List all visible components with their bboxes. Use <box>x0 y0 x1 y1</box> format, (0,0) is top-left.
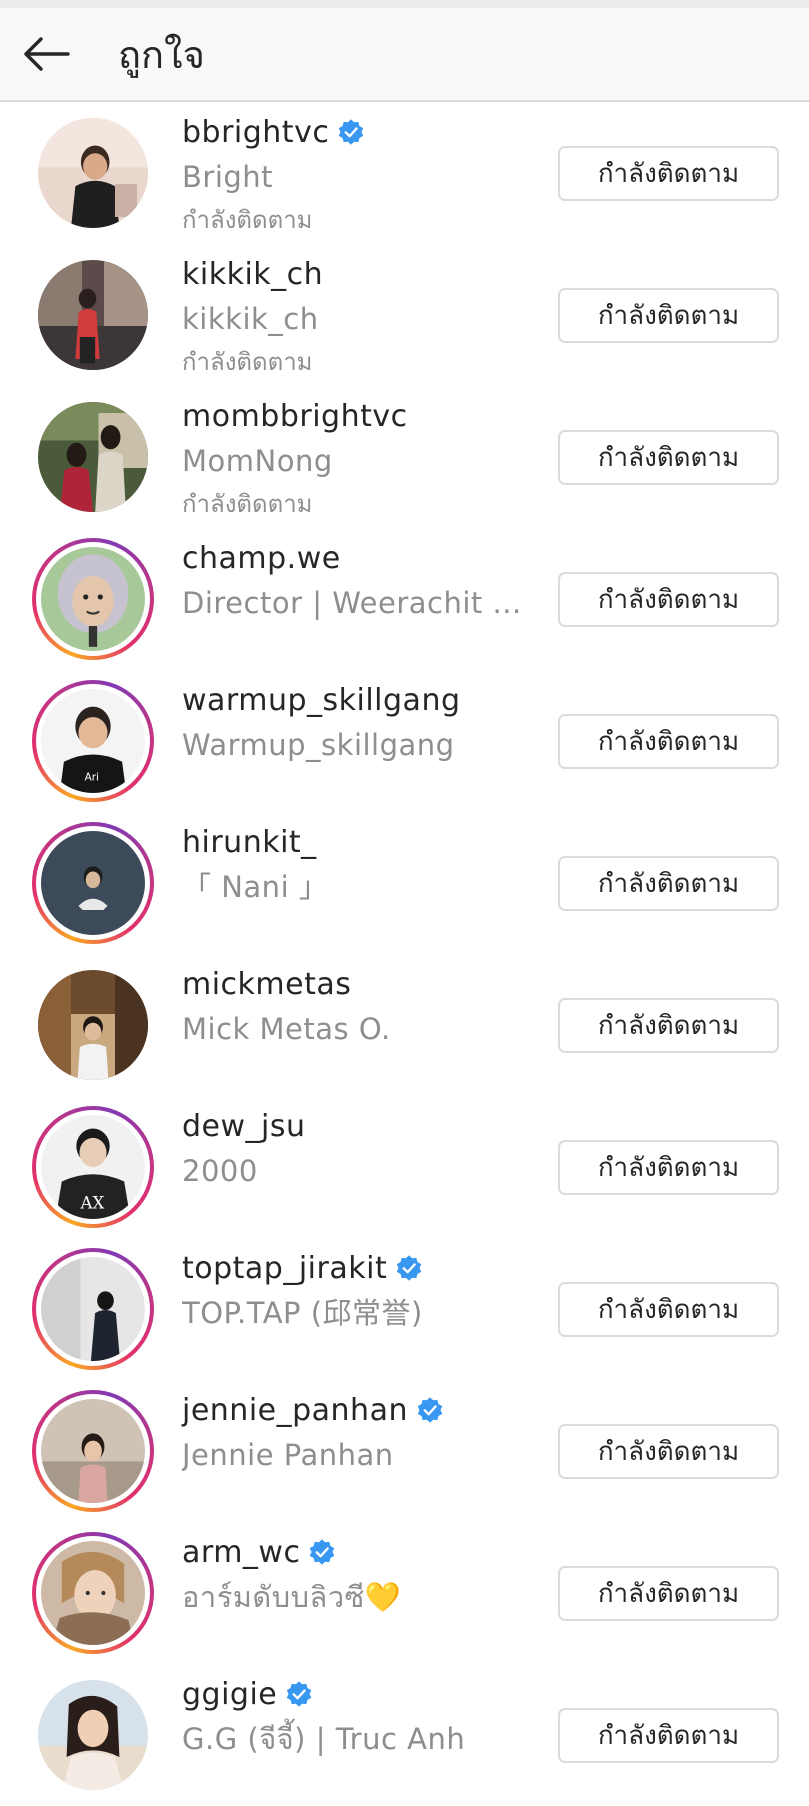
full-name: kikkik_ch <box>182 302 319 336</box>
list-item: ggigie G.G (จีจี้) | Truc Anh กำลังติดตา… <box>0 1664 809 1806</box>
username[interactable]: champ.we <box>182 541 341 576</box>
follow-status: กำลังติดตาม <box>182 206 313 234</box>
list-item: mickmetas Mick Metas O. กำลังติดตาม <box>0 954 809 1096</box>
username[interactable]: mickmetas <box>182 967 351 1002</box>
username[interactable]: toptap_jirakit <box>182 1251 387 1286</box>
avatar-story-ring[interactable] <box>32 538 154 660</box>
full-name: Warmup_skillgang <box>182 728 455 762</box>
following-button[interactable]: กำลังติดตาม <box>558 714 779 769</box>
avatar-story-ring[interactable] <box>32 1248 154 1370</box>
list-item: champ.we Director | Weerachit ... กำลังต… <box>0 528 809 670</box>
verified-badge-icon <box>339 119 364 145</box>
avatar[interactable] <box>32 112 154 234</box>
following-button[interactable]: กำลังติดตาม <box>558 1708 779 1763</box>
list-item: mombbrightvc MomNong กำลังติดตาม กำลังติ… <box>0 386 809 528</box>
username[interactable]: dew_jsu <box>182 1109 306 1144</box>
following-button[interactable]: กำลังติดตาม <box>558 572 779 627</box>
verified-badge-icon <box>396 1255 422 1281</box>
following-button[interactable]: กำลังติดตาม <box>558 1140 779 1195</box>
list-item: hirunkit_ 「 Nani 」 กำลังติดตาม <box>0 812 809 954</box>
list-item: toptap_jirakit TOP.TAP (邱常誉) กำลังติดตาม <box>0 1238 809 1380</box>
following-button[interactable]: กำลังติดตาม <box>558 1424 779 1479</box>
full-name: 2000 <box>182 1154 258 1188</box>
avatar[interactable] <box>32 1674 154 1796</box>
full-name: TOP.TAP (邱常誉) <box>182 1296 423 1330</box>
list-item: bbrightvc Bright กำลังติดตาม กำลังติดตาม <box>0 102 809 244</box>
status-bar-strip <box>0 0 809 8</box>
page-title: ถูกใจ <box>118 33 205 77</box>
following-button[interactable]: กำลังติดตาม <box>558 856 779 911</box>
back-button[interactable] <box>18 28 74 80</box>
verified-badge-icon <box>287 1681 312 1707</box>
avatar[interactable] <box>32 396 154 518</box>
verified-badge-icon <box>310 1539 335 1565</box>
username[interactable]: hirunkit_ <box>182 825 317 860</box>
username[interactable]: warmup_skillgang <box>182 683 461 718</box>
following-button[interactable]: กำลังติดตาม <box>558 146 779 201</box>
avatar[interactable] <box>32 254 154 376</box>
avatar-story-ring[interactable] <box>32 1390 154 1512</box>
list-item: jennie_panhan Jennie Panhan กำลังติดตาม <box>0 1380 809 1522</box>
full-name: MomNong <box>182 444 333 478</box>
username[interactable]: mombbrightvc <box>182 399 408 434</box>
full-name: Bright <box>182 160 274 194</box>
following-button[interactable]: กำลังติดตาม <box>558 430 779 485</box>
following-button[interactable]: กำลังติดตาม <box>558 1566 779 1621</box>
likes-list: bbrightvc Bright กำลังติดตาม กำลังติดตาม… <box>0 102 809 1806</box>
avatar-story-ring[interactable] <box>32 822 154 944</box>
arrow-left-icon <box>24 37 70 71</box>
following-button[interactable]: กำลังติดตาม <box>558 998 779 1053</box>
list-item: arm_wc อาร์มดับบลิวซี💛 กำลังติดตาม <box>0 1522 809 1664</box>
top-bar: ถูกใจ <box>0 8 809 102</box>
username[interactable]: ggigie <box>182 1677 277 1712</box>
list-item: Ari warmup_skillgang Warmup_skillgang กำ… <box>0 670 809 812</box>
full-name: Mick Metas O. <box>182 1012 391 1046</box>
username[interactable]: jennie_panhan <box>182 1393 408 1428</box>
follow-status: กำลังติดตาม <box>182 490 313 518</box>
list-item: kikkik_ch kikkik_ch กำลังติดตาม กำลังติด… <box>0 244 809 386</box>
following-button[interactable]: กำลังติดตาม <box>558 1282 779 1337</box>
full-name: 「 Nani 」 <box>182 870 329 904</box>
svg-text:Ari: Ari <box>85 772 99 784</box>
username[interactable]: bbrightvc <box>182 115 329 150</box>
avatar-story-ring[interactable] <box>32 1532 154 1654</box>
username[interactable]: kikkik_ch <box>182 257 323 292</box>
full-name: Director | Weerachit ... <box>182 586 522 620</box>
following-button[interactable]: กำลังติดตาม <box>558 288 779 343</box>
username[interactable]: arm_wc <box>182 1535 300 1570</box>
full-name: Jennie Panhan <box>182 1438 394 1472</box>
list-item: AX dew_jsu 2000 กำลังติดตาม <box>0 1096 809 1238</box>
verified-badge-icon <box>417 1397 443 1423</box>
full-name: G.G (จีจี้) | Truc Anh <box>182 1722 466 1756</box>
full-name: อาร์มดับบลิวซี💛 <box>182 1580 402 1614</box>
avatar[interactable] <box>32 964 154 1086</box>
avatar-story-ring[interactable]: Ari <box>32 680 154 802</box>
svg-text:AX: AX <box>80 1194 105 1213</box>
avatar-story-ring[interactable]: AX <box>32 1106 154 1228</box>
follow-status: กำลังติดตาม <box>182 348 313 376</box>
